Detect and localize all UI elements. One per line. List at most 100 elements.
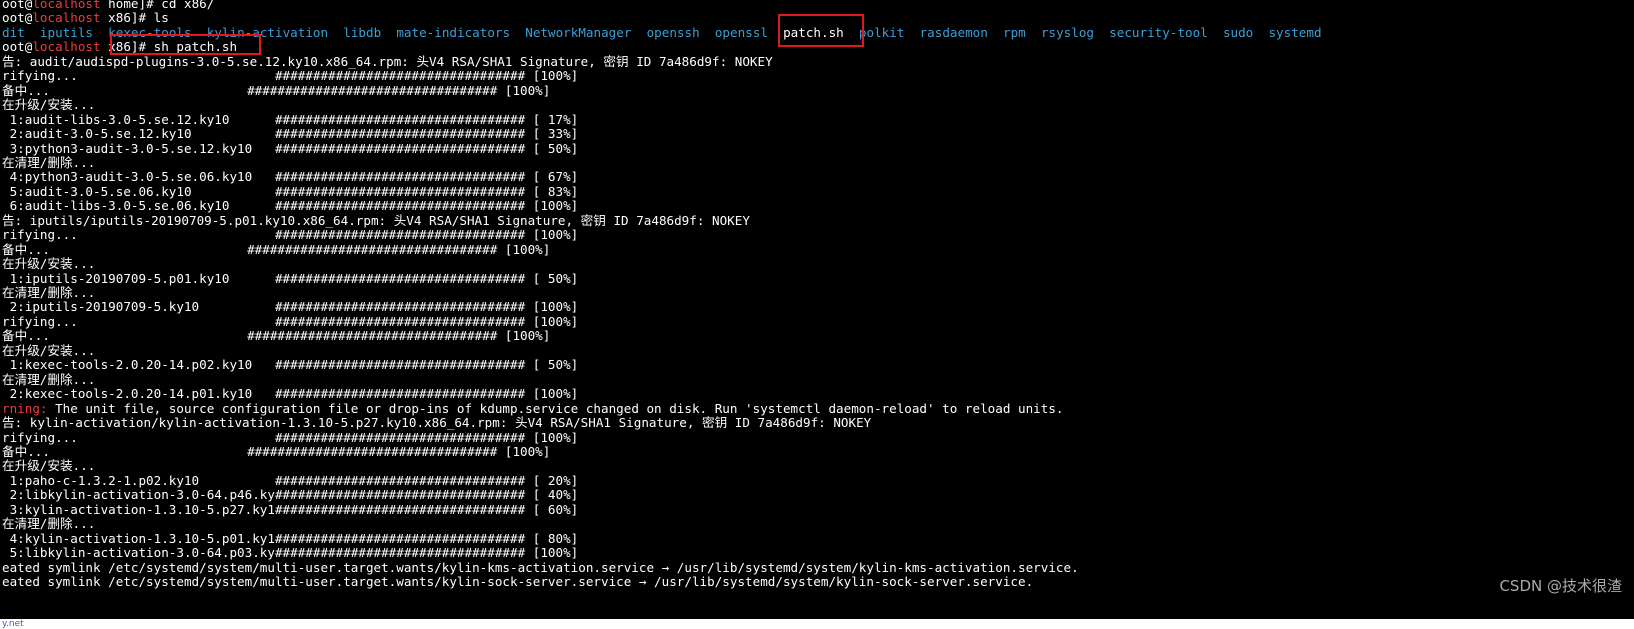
terminal-text-segment: sudo: [1222, 24, 1254, 40]
terminal-text-segment: eated symlink /etc/systemd/system/multi-…: [2, 559, 1079, 575]
terminal-line: 4:python3-audit-3.0-5.se.06.ky10 #######…: [2, 169, 579, 185]
terminal-line: 备中... ################################# …: [2, 328, 550, 343]
terminal-text-segment: security-tool: [1109, 24, 1208, 40]
terminal-line: rifying... #############################…: [2, 227, 578, 242]
terminal-text-segment: mate-indicators: [396, 24, 511, 40]
terminal-line: 3:python3-audit-3.0-5.se.12.ky10 #######…: [2, 140, 579, 156]
terminal-line: 在清理/删除...: [2, 516, 95, 531]
watermark: CSDN @技术很渣: [1499, 577, 1622, 595]
terminal-line: 1:paho-c-1.3.2-1.p02.ky10 ##############…: [2, 472, 579, 488]
terminal-text-segment: x86]# ls: [100, 10, 169, 26]
terminal-line: 在升级/安装...: [2, 343, 95, 358]
terminal-text-segment: kexec-tools: [108, 24, 192, 40]
terminal-line: rifying... #############################…: [2, 314, 578, 329]
terminal-text-segment: localhost: [32, 0, 101, 11]
terminal-line: oot@localhost home]# cd x86/: [2, 0, 214, 11]
terminal-text-segment: 2:iputils-20190709-5.ky10 ##############…: [2, 299, 579, 315]
terminal-text-segment: oot@: [2, 0, 33, 11]
terminal-text-segment: 在清理/删除...: [2, 371, 96, 387]
terminal-text-segment: 备中... ################################# …: [2, 82, 551, 98]
terminal-text-segment: 1:audit-libs-3.0-5.se.12.ky10 ##########…: [2, 111, 579, 127]
terminal-line: 2:kexec-tools-2.0.20-14.p01.ky10 #######…: [2, 386, 579, 402]
terminal-text-segment: 5:audit-3.0-5.se.06.ky10 ###############…: [2, 183, 579, 199]
terminal-text-segment: 2:audit-3.0-5.se.12.ky10 ###############…: [2, 126, 579, 142]
terminal-line: dit iputils kexec-tools kylin-activation…: [2, 25, 1322, 40]
terminal-text-segment: 6:audit-libs-3.0-5.se.06.ky10 ##########…: [2, 198, 579, 214]
terminal-line: 在升级/安装...: [2, 256, 95, 271]
terminal-text-segment: 在清理/删除...: [2, 285, 96, 300]
terminal-line: eated symlink /etc/systemd/system/multi-…: [2, 574, 1033, 589]
terminal-line: 2:audit-3.0-5.se.12.ky10 ###############…: [2, 126, 579, 142]
terminal-line: eated symlink /etc/systemd/system/multi-…: [2, 560, 1079, 575]
terminal-text-segment: 4:python3-audit-3.0-5.se.06.ky10 #######…: [2, 169, 579, 185]
terminal-line: 在升级/安装...: [2, 97, 95, 112]
terminal-text-segment: 1:kexec-tools-2.0.20-14.p02.ky10 #######…: [2, 357, 579, 373]
terminal-line: 1:iputils-20190709-5.p01.ky10 ##########…: [2, 270, 579, 286]
terminal-text-segment: 1:paho-c-1.3.2-1.p02.ky10 ##############…: [2, 472, 579, 488]
terminal-line: 备中... ################################# …: [2, 242, 550, 257]
terminal-line: oot@localhost x86]# sh patch.sh: [2, 39, 237, 54]
terminal-line: 4:kylin-activation-1.3.10-5.p01.ky1#####…: [2, 530, 579, 546]
terminal-text-segment: 2:kexec-tools-2.0.20-14.p01.ky10 #######…: [2, 386, 579, 402]
terminal-text-segment: x86]# sh patch.sh: [100, 39, 238, 55]
terminal-text-segment: iputils: [39, 24, 93, 40]
terminal-text-segment: 5:libkylin-activation-3.0-64.p03.ky#####…: [2, 545, 579, 561]
terminal-text-segment: oot@: [2, 39, 33, 55]
terminal-line: 在清理/删除...: [2, 372, 95, 387]
terminal-text-segment: 告: audit/audispd-plugins-3.0-5.se.12.ky1…: [2, 53, 773, 69]
terminal-text-segment: localhost: [32, 39, 101, 55]
terminal-text-segment: rasdaemon: [919, 24, 988, 40]
terminal-text-segment: rifying... #############################…: [2, 429, 579, 445]
terminal-text-segment: 在升级/安装...: [2, 458, 96, 474]
terminal-line: 在清理/删除...: [2, 285, 95, 300]
terminal-text-segment: 备中... ################################# …: [2, 328, 551, 344]
terminal-line: oot@localhost x86]# ls: [2, 10, 169, 25]
terminal-text-segment: rning:: [2, 400, 56, 416]
terminal-text-segment: 3:python3-audit-3.0-5.se.12.ky10 #######…: [2, 140, 579, 156]
terminal-line: 5:libkylin-activation-3.0-64.p03.ky#####…: [2, 545, 579, 561]
terminal-text-segment: oot@: [2, 10, 33, 26]
terminal-text-segment: 在升级/安装...: [2, 97, 96, 113]
terminal-text-segment: rpm: [1003, 24, 1026, 40]
terminal-text-segment: 告: iputils/iputils-20190709-5.p01.ky10.x…: [2, 212, 750, 228]
terminal-text-segment: 备中... ################################# …: [2, 443, 551, 459]
terminal-text-segment: 1:iputils-20190709-5.p01.ky10 ##########…: [2, 270, 579, 286]
terminal-text-segment: polkit: [858, 24, 905, 40]
terminal-text-segment: NetworkManager: [525, 24, 632, 40]
terminal-line: 备中... ################################# …: [2, 444, 550, 459]
terminal-line: 2:iputils-20190709-5.ky10 ##############…: [2, 299, 579, 315]
terminal-line: 2:libkylin-activation-3.0-64.p46.ky#####…: [2, 487, 579, 503]
terminal-text-segment: 在升级/安装...: [2, 342, 96, 358]
terminal-text-segment: home]# cd x86/: [100, 0, 215, 11]
terminal-text-segment: rsyslog: [1040, 24, 1095, 40]
terminal-text-segment: 2:libkylin-activation-3.0-64.p46.ky#####…: [2, 487, 579, 503]
terminal-text-segment: rifying... #############################…: [2, 227, 579, 243]
terminal-text-segment: 备中... ################################# …: [2, 241, 551, 257]
terminal-window[interactable]: oot@localhost home]# cd x86/oot@localhos…: [0, 0, 1634, 619]
terminal-line: 在清理/删除...: [2, 155, 95, 170]
terminal-text-segment: libdb: [343, 24, 382, 40]
terminal-line: rning: The unit file, source configurati…: [2, 401, 1064, 416]
terminal-text-segment: 在清理/删除...: [2, 154, 96, 170]
terminal-line: rifying... #############################…: [2, 68, 578, 83]
terminal-text-segment: 在升级/安装...: [2, 256, 96, 272]
terminal-line: 5:audit-3.0-5.se.06.ky10 ###############…: [2, 183, 579, 199]
terminal-text-segment: 4:kylin-activation-1.3.10-5.p01.ky1#####…: [2, 530, 579, 546]
terminal-line: 1:kexec-tools-2.0.20-14.p02.ky10 #######…: [2, 357, 579, 373]
terminal-text-segment: The unit file, source configuration file…: [55, 400, 1064, 416]
terminal-text-segment: patch.sh: [783, 24, 844, 40]
terminal-text-segment: rifying... #############################…: [2, 68, 579, 84]
